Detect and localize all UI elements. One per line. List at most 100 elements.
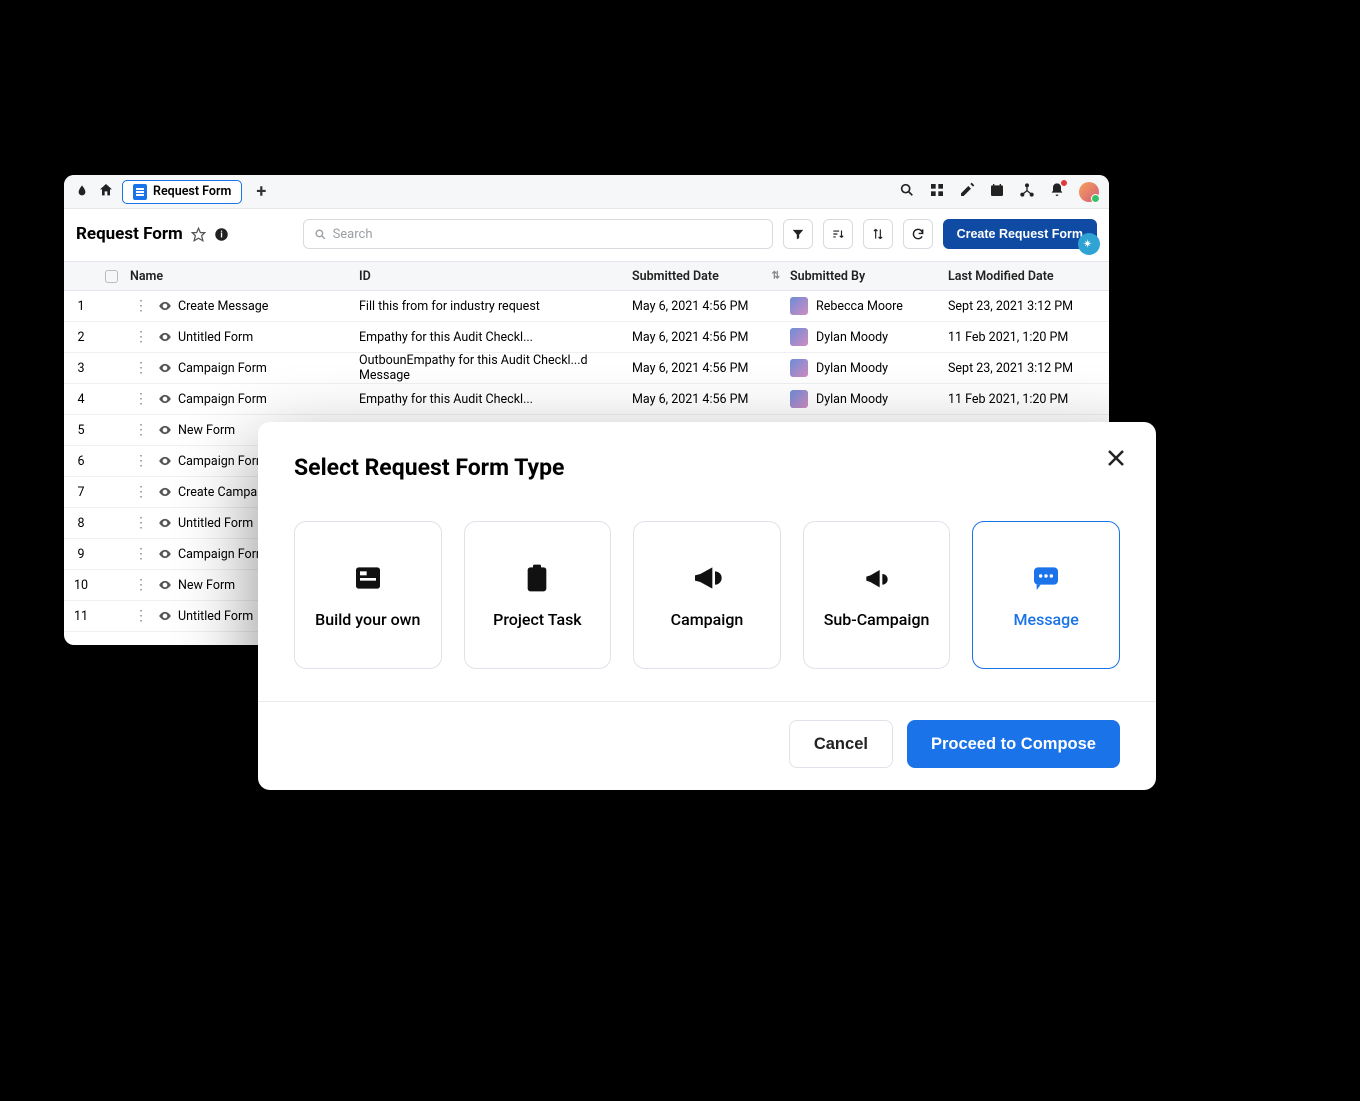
row-name: Create Message [178,299,268,314]
table-header: Name ID Submitted Date⇅ Submitted By Las… [64,261,1109,291]
column-submitted-by[interactable]: Submitted By [790,269,948,284]
user-avatar-icon [790,359,808,377]
type-campaign[interactable]: Campaign [633,521,781,669]
row-name: New Form [178,423,235,438]
submitted-by-value: Dylan Moody [816,330,888,345]
eye-icon[interactable] [158,485,172,499]
row-menu-icon[interactable]: ⋮ [130,485,152,499]
cancel-button[interactable]: Cancel [789,720,893,768]
sort-indicator-icon: ⇅ [772,271,780,282]
topbar: Request Form + [64,175,1109,209]
row-modified-date: Sept 23, 2021 3:12 PM [948,361,1109,376]
app-logo-icon [74,184,90,200]
row-menu-icon[interactable]: ⋮ [130,454,152,468]
calendar-icon[interactable] [989,182,1005,202]
megaphone-icon [691,562,723,594]
document-icon [133,184,147,200]
refresh-button[interactable] [903,219,933,249]
type-build-your-own[interactable]: Build your own [294,521,442,669]
column-id[interactable]: ID [359,269,632,284]
row-submitted-by: Dylan Moody [790,390,948,408]
row-number: 11 [64,609,98,624]
row-submitted-by: Dylan Moody [790,359,948,377]
type-message[interactable]: Message [972,521,1120,669]
row-name: New Form [178,578,235,593]
info-icon[interactable]: i [214,227,229,242]
eye-icon[interactable] [158,330,172,344]
row-number: 8 [64,516,98,531]
row-menu-icon[interactable]: ⋮ [130,423,152,437]
row-number: 9 [64,547,98,562]
row-submitted-date: May 6, 2021 4:56 PM [632,299,790,314]
home-icon[interactable] [98,182,114,202]
row-menu-icon[interactable]: ⋮ [130,361,152,375]
submitted-by-value: Rebecca Moore [816,299,903,314]
search-input[interactable]: Search [303,219,773,249]
clipboard-icon [521,562,553,594]
eye-icon[interactable] [158,578,172,592]
row-name: Untitled Form [178,330,253,345]
type-sub-campaign[interactable]: Sub-Campaign [803,521,951,669]
row-name: Untitled Form [178,609,253,624]
user-avatar[interactable] [1079,182,1099,202]
tab-request-form[interactable]: Request Form [122,180,242,204]
message-icon [1030,562,1062,594]
column-submitted-date[interactable]: Submitted Date⇅ [632,269,790,284]
page-header: Request Form i Search Create Request For… [64,209,1109,261]
row-menu-icon[interactable]: ⋮ [130,547,152,561]
select-all-checkbox[interactable] [105,270,118,283]
row-name: Campaign Form [178,392,267,407]
table-row[interactable]: 2 ⋮ Untitled Form Empathy for this Audit… [64,322,1109,353]
row-menu-icon[interactable]: ⋮ [130,516,152,530]
modal-title: Select Request Form Type [294,454,1120,481]
create-request-form-button[interactable]: Create Request Form [943,219,1097,249]
page-title: Request Form i [76,224,229,244]
eye-icon[interactable] [158,392,172,406]
eye-icon[interactable] [158,609,172,623]
row-menu-icon[interactable]: ⋮ [130,299,152,313]
eye-icon[interactable] [158,454,172,468]
row-menu-icon[interactable]: ⋮ [130,392,152,406]
row-submitted-by: Rebecca Moore [790,297,948,315]
column-name[interactable]: Name [124,269,359,284]
grid-icon[interactable] [929,182,945,202]
filter-button[interactable] [783,219,813,249]
row-menu-icon[interactable]: ⋮ [130,330,152,344]
sort-button[interactable] [823,219,853,249]
row-submitted-date: May 6, 2021 4:56 PM [632,330,790,345]
notifications-icon[interactable] [1049,182,1065,202]
table-row[interactable]: 1 ⋮ Create Message Fill this from for in… [64,291,1109,322]
row-number: 3 [64,361,98,376]
proceed-button[interactable]: Proceed to Compose [907,720,1120,768]
edit-icon[interactable] [959,182,975,202]
eye-icon[interactable] [158,361,172,375]
row-submitted-date: May 6, 2021 4:56 PM [632,392,790,407]
row-menu-icon[interactable]: ⋮ [130,609,152,623]
svg-text:i: i [220,230,222,240]
close-button[interactable] [1104,446,1128,474]
search-icon [314,228,327,241]
search-icon[interactable] [899,182,915,202]
row-number: 10 [64,578,98,593]
modal-footer: Cancel Proceed to Compose [258,701,1156,790]
row-name: Campaign Form [178,454,267,469]
type-project-task[interactable]: Project Task [464,521,612,669]
star-icon[interactable] [191,227,206,242]
megaphone-small-icon [861,562,893,594]
table-row[interactable]: 4 ⋮ Campaign Form Empathy for this Audit… [64,384,1109,415]
row-id: OutbounEmpathy for this Audit Checkl...d… [359,353,632,383]
row-modified-date: 11 Feb 2021, 1:20 PM [948,392,1109,407]
column-last-modified[interactable]: Last Modified Date [948,269,1109,284]
eye-icon[interactable] [158,547,172,561]
eye-icon[interactable] [158,516,172,530]
add-tab-button[interactable]: + [250,181,272,202]
eye-icon[interactable] [158,299,172,313]
eye-icon[interactable] [158,423,172,437]
row-submitted-by: Dylan Moody [790,328,948,346]
row-id: Fill this from for industry request [359,299,632,314]
hierarchy-icon[interactable] [1019,182,1035,202]
row-menu-icon[interactable]: ⋮ [130,578,152,592]
swap-button[interactable] [863,219,893,249]
table-row[interactable]: 3 ⋮ Campaign Form OutbounEmpathy for thi… [64,353,1109,384]
row-id: Empathy for this Audit Checkl... [359,392,632,407]
